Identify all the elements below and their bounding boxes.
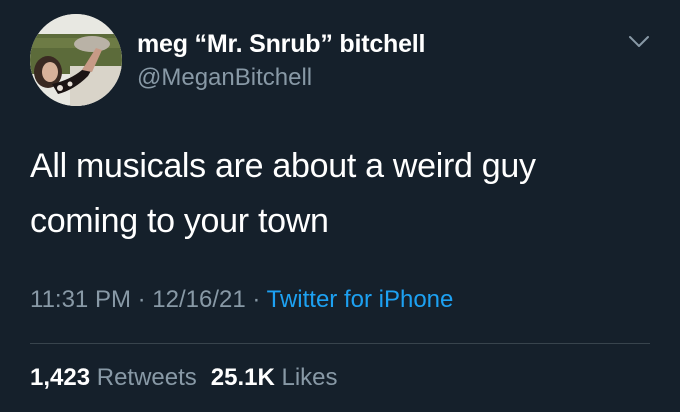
meta-separator: · (130, 286, 153, 313)
avatar[interactable] (30, 14, 122, 106)
tweet-source-link[interactable]: Twitter for iPhone (267, 286, 454, 313)
chevron-down-icon[interactable] (624, 30, 654, 54)
avatar-photo (30, 14, 122, 106)
likes-label: Likes (281, 364, 338, 391)
tweet-text-line: coming to your town (30, 202, 329, 240)
divider (30, 343, 650, 344)
username-handle[interactable]: @MeganBitchell (137, 64, 312, 92)
retweets-label: Retweets (96, 364, 197, 391)
tweet-text: All musicals are about a weird guy comin… (30, 139, 650, 249)
tweet-card: meg “Mr. Snrub” bitchell @MeganBitchell … (0, 0, 680, 412)
likes-count: 25.1K (210, 364, 275, 391)
retweets-count: 1,423 (30, 364, 91, 391)
meta-separator: · (245, 286, 267, 313)
tweet-text-line: All musicals are about a weird guy (30, 147, 536, 185)
engagement-stats: 1,423 Retweets 25.1K Likes (30, 364, 338, 392)
tweet-metadata: 11:31 PM · 12/16/21 · Twitter for iPhone (30, 286, 453, 314)
display-name[interactable]: meg “Mr. Snrub” bitchell (137, 30, 425, 59)
retweets-stat[interactable]: 1,423 Retweets (30, 364, 197, 391)
likes-stat[interactable]: 25.1K Likes (211, 364, 338, 391)
tweet-date[interactable]: 12/16/21 (152, 286, 245, 313)
tweet-time[interactable]: 11:31 PM (30, 286, 131, 313)
